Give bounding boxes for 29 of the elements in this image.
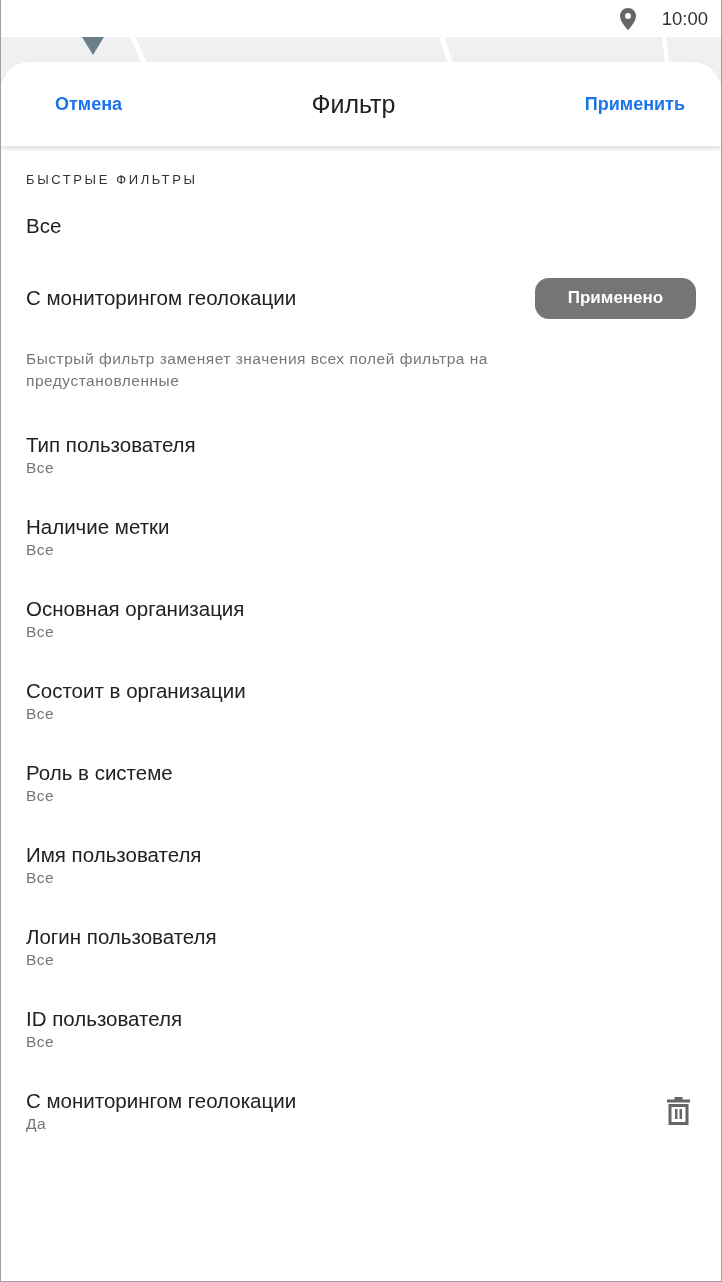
filter-title[interactable]: Тип пользователя [26,432,196,458]
filter-value: Все [26,540,55,560]
location-icon [619,7,636,30]
filter-value: Все [26,704,55,724]
filter-title[interactable]: Логин пользователя [26,924,217,950]
applied-button[interactable]: Применено [535,277,696,319]
filter-value: Все [26,786,55,806]
delete-icon[interactable] [667,1097,690,1125]
apply-button[interactable]: Применить [570,85,685,123]
filter-value: Все [26,622,55,642]
section-heading: БЫСТРЫЕ ФИЛЬТРЫ [26,171,199,189]
filter-title[interactable]: Состоит в организации [26,678,246,704]
quick-filter-option[interactable]: С мониторингом геолокации [26,286,297,310]
filter-title[interactable]: ID пользователя [26,1006,182,1032]
filter-value: Все [26,950,55,970]
filter-title[interactable]: Основная организация [26,596,245,622]
filter-value: Все [26,458,55,478]
filter-title[interactable]: Наличие метки [26,514,170,540]
filter-value: Все [26,1032,55,1052]
filter-value: Все [26,868,55,888]
filter-title[interactable]: С мониторингом геолокации [26,1088,297,1114]
sheet-title: Фильтр [311,89,396,119]
hint-text: Быстрый фильтр заменяет значения всех полей фильтра на предустановленные [26,349,489,391]
quick-filter-option[interactable]: Все [26,214,62,238]
cancel-button[interactable]: Отмена [41,85,137,123]
filter-title[interactable]: Роль в системе [26,760,173,786]
status-time: 10:00 [661,7,708,30]
filter-title[interactable]: Имя пользователя [26,842,202,868]
filter-value: Да [26,1114,47,1134]
